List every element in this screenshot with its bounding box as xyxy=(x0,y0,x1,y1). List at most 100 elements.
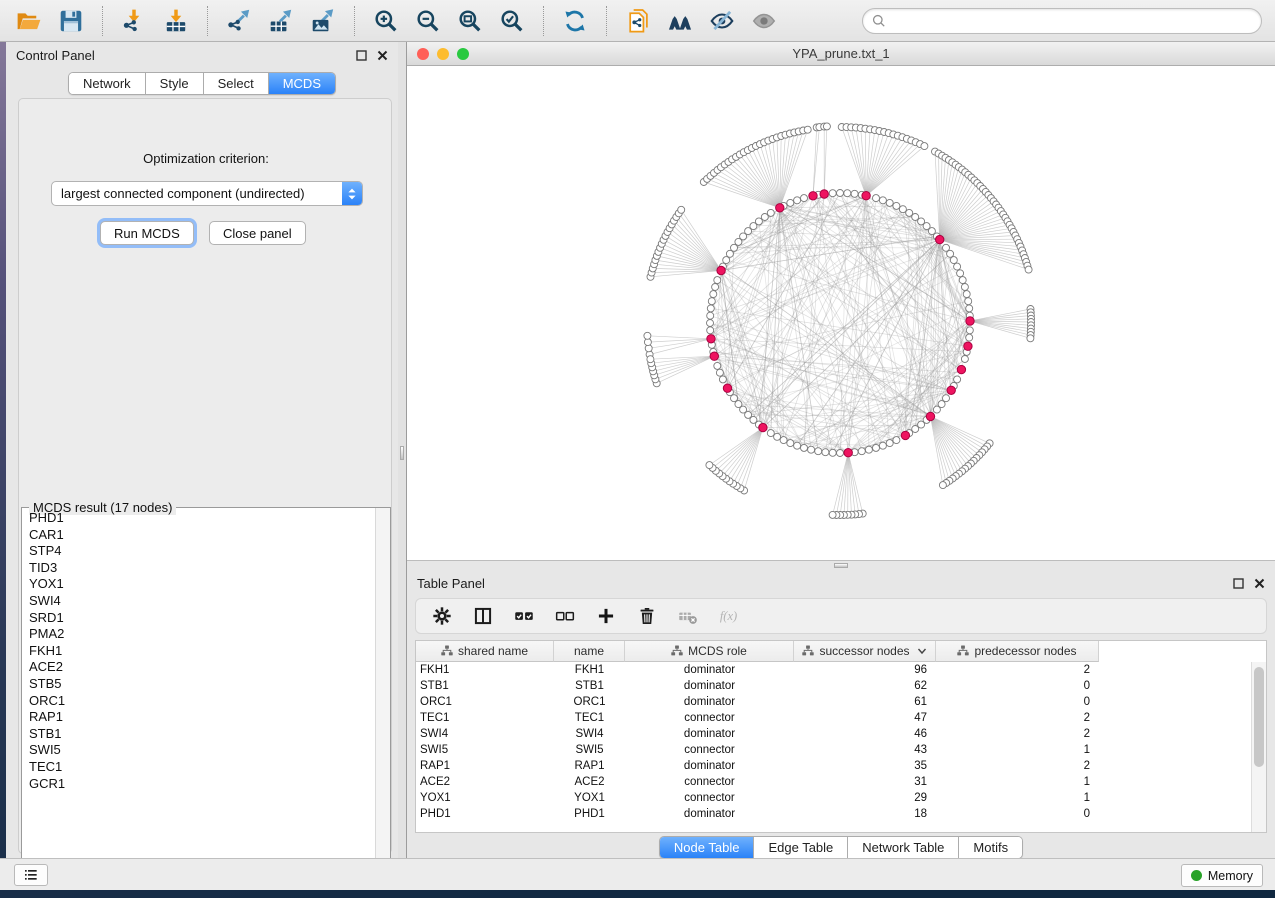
select-all-button[interactable] xyxy=(512,604,536,628)
tab-select[interactable]: Select xyxy=(203,73,268,94)
mcds-result-item[interactable]: PMA2 xyxy=(22,626,374,643)
column-header-shared-name[interactable]: shared name xyxy=(416,641,554,662)
table-cell[interactable]: 1 xyxy=(936,774,1099,790)
vertical-split-divider[interactable] xyxy=(398,42,407,858)
table-row[interactable]: PHD1PHD1dominator180 xyxy=(416,806,1266,822)
close-panel-button[interactable]: Close panel xyxy=(209,221,306,245)
table-cell[interactable]: dominator xyxy=(625,758,794,774)
delete-column-button[interactable] xyxy=(635,604,659,628)
table-row[interactable]: SWI4SWI4dominator462 xyxy=(416,726,1266,742)
tab-node-table[interactable]: Node Table xyxy=(660,837,754,858)
table-cell[interactable]: dominator xyxy=(625,662,794,678)
table-row[interactable]: STB1STB1dominator620 xyxy=(416,678,1266,694)
table-cell[interactable]: ACE2 xyxy=(554,774,625,790)
table-cell[interactable]: 31 xyxy=(794,774,936,790)
save-button[interactable] xyxy=(53,5,89,37)
table-cell[interactable]: SWI4 xyxy=(416,726,554,742)
delete-table-button[interactable] xyxy=(676,604,700,628)
tab-motifs[interactable]: Motifs xyxy=(958,837,1022,858)
tab-network-table[interactable]: Network Table xyxy=(847,837,958,858)
table-cell[interactable]: dominator xyxy=(625,726,794,742)
column-header-successor-nodes[interactable]: successor nodes xyxy=(794,641,936,662)
export-table-button[interactable] xyxy=(263,5,299,37)
import-table-button[interactable] xyxy=(158,5,194,37)
toggle-columns-button[interactable] xyxy=(471,604,495,628)
table-cell[interactable]: 1 xyxy=(936,790,1099,806)
table-cell[interactable]: 0 xyxy=(936,694,1099,710)
column-header-predecessor-nodes[interactable]: predecessor nodes xyxy=(936,641,1099,662)
zoom-fit-button[interactable] xyxy=(452,5,488,37)
table-cell[interactable]: 46 xyxy=(794,726,936,742)
table-cell[interactable]: TEC1 xyxy=(416,710,554,726)
open-button[interactable] xyxy=(11,5,47,37)
table-cell[interactable]: SWI5 xyxy=(416,742,554,758)
table-cell[interactable]: RAP1 xyxy=(554,758,625,774)
zoom-out-button[interactable] xyxy=(410,5,446,37)
table-cell[interactable]: dominator xyxy=(625,678,794,694)
table-cell[interactable]: ORC1 xyxy=(554,694,625,710)
table-cell[interactable]: ACE2 xyxy=(416,774,554,790)
table-cell[interactable]: FKH1 xyxy=(554,662,625,678)
table-settings-button[interactable] xyxy=(430,604,454,628)
tab-mcds[interactable]: MCDS xyxy=(268,73,335,94)
mcds-result-item[interactable]: TID3 xyxy=(22,560,374,577)
function-builder-button[interactable]: f(x) xyxy=(717,604,741,628)
table-cell[interactable]: 62 xyxy=(794,678,936,694)
first-neighbors-button[interactable] xyxy=(662,5,698,37)
column-header-mcds-role[interactable]: MCDS role xyxy=(625,641,794,662)
table-cell[interactable]: SWI4 xyxy=(554,726,625,742)
memory-button[interactable]: Memory xyxy=(1181,864,1263,887)
mcds-result-item[interactable]: STP4 xyxy=(22,543,374,560)
table-row[interactable]: ORC1ORC1dominator610 xyxy=(416,694,1266,710)
network-graph[interactable] xyxy=(407,66,1275,560)
mcds-result-item[interactable]: RAP1 xyxy=(22,709,374,726)
table-cell[interactable]: dominator xyxy=(625,806,794,822)
import-network-button[interactable] xyxy=(116,5,152,37)
table-cell[interactable]: connector xyxy=(625,742,794,758)
table-scrollbar[interactable] xyxy=(1251,662,1266,832)
new-network-from-selection-button[interactable] xyxy=(620,5,656,37)
search-input[interactable] xyxy=(887,11,1261,31)
table-row[interactable]: RAP1RAP1dominator352 xyxy=(416,758,1266,774)
status-menu-button[interactable] xyxy=(14,864,48,886)
table-cell[interactable]: 47 xyxy=(794,710,936,726)
table-scrollbar-thumb[interactable] xyxy=(1254,667,1264,767)
mcds-result-item[interactable]: STB5 xyxy=(22,676,374,693)
mcds-result-item[interactable]: TEC1 xyxy=(22,759,374,776)
table-cell[interactable]: STB1 xyxy=(416,678,554,694)
table-cell[interactable]: YOX1 xyxy=(416,790,554,806)
table-cell[interactable]: PHD1 xyxy=(554,806,625,822)
mcds-result-item[interactable]: ORC1 xyxy=(22,693,374,710)
network-canvas[interactable] xyxy=(407,66,1275,560)
table-cell[interactable]: PHD1 xyxy=(416,806,554,822)
mcds-result-item[interactable]: ACE2 xyxy=(22,659,374,676)
table-cell[interactable]: STB1 xyxy=(554,678,625,694)
table-row[interactable]: TEC1TEC1connector472 xyxy=(416,710,1266,726)
mcds-result-item[interactable]: FKH1 xyxy=(22,643,374,660)
deselect-all-button[interactable] xyxy=(553,604,577,628)
table-cell[interactable]: 0 xyxy=(936,806,1099,822)
float-panel-icon[interactable] xyxy=(356,50,367,61)
table-row[interactable]: SWI5SWI5connector431 xyxy=(416,742,1266,758)
tab-network[interactable]: Network xyxy=(69,73,145,94)
apply-layout-button[interactable] xyxy=(557,5,593,37)
table-cell[interactable]: 43 xyxy=(794,742,936,758)
table-cell[interactable]: 29 xyxy=(794,790,936,806)
mcds-result-item[interactable]: SRD1 xyxy=(22,610,374,627)
search-box[interactable] xyxy=(862,8,1262,34)
table-cell[interactable]: 2 xyxy=(936,758,1099,774)
table-cell[interactable]: 35 xyxy=(794,758,936,774)
table-cell[interactable]: 2 xyxy=(936,710,1099,726)
table-cell[interactable]: SWI5 xyxy=(554,742,625,758)
column-header-name[interactable]: name xyxy=(554,641,625,662)
divider-grip[interactable] xyxy=(400,446,404,460)
table-row[interactable]: FKH1FKH1dominator962 xyxy=(416,662,1266,678)
table-row[interactable]: ACE2ACE2connector311 xyxy=(416,774,1266,790)
table-cell[interactable]: connector xyxy=(625,774,794,790)
mcds-result-item[interactable]: YOX1 xyxy=(22,576,374,593)
mcds-result-list[interactable]: PHD1CAR1STP4TID3YOX1SWI4SRD1PMA2FKH1ACE2… xyxy=(22,510,374,878)
table-cell[interactable]: 61 xyxy=(794,694,936,710)
table-cell[interactable]: TEC1 xyxy=(554,710,625,726)
mcds-result-item[interactable]: SWI5 xyxy=(22,742,374,759)
table-cell[interactable]: 1 xyxy=(936,742,1099,758)
